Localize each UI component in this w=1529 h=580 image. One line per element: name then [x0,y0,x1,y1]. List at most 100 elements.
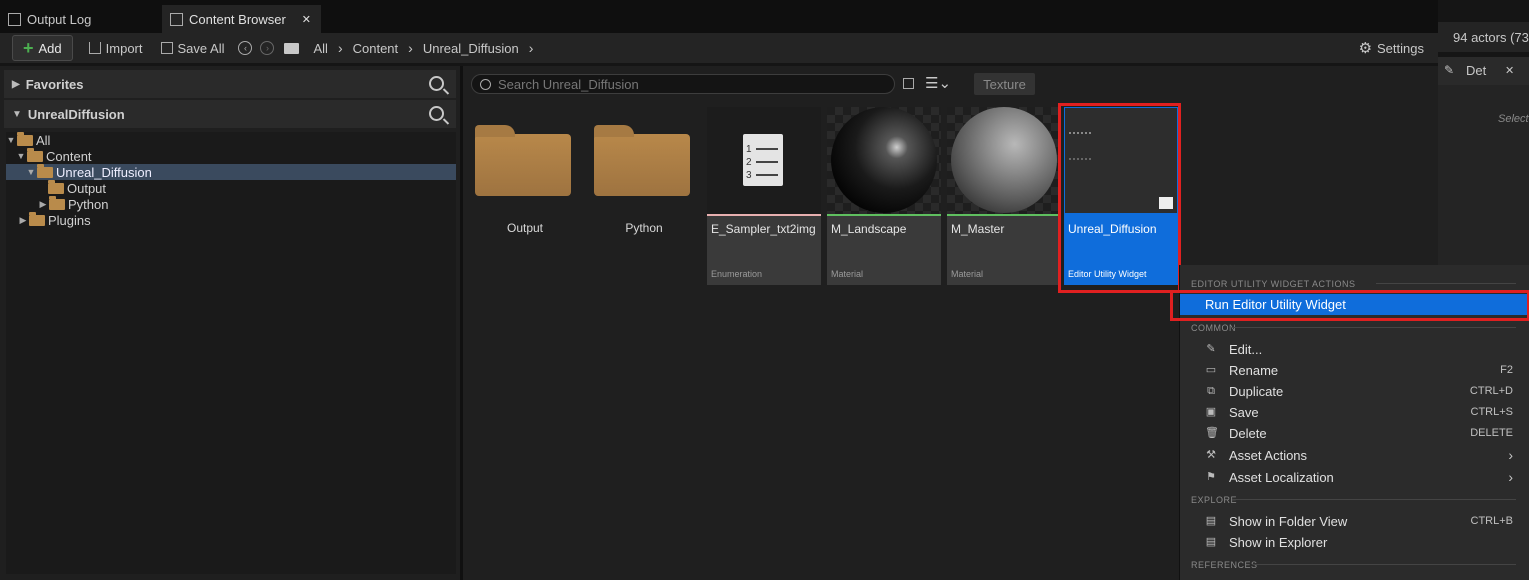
menu-item-edit[interactable]: ✎ Edit... [1180,339,1525,359]
tree-item-unreal-diffusion[interactable]: ▼ Unreal_Diffusion [6,163,456,180]
breadcrumb-all[interactable]: All [313,41,327,56]
folder-icon [49,195,65,210]
outliner-footer: 94 actors (73 [1438,22,1529,52]
menu-item-label: Duplicate [1229,383,1284,399]
output-log-icon [8,12,21,26]
tab-output-log[interactable]: Output Log [0,5,99,33]
add-button[interactable]: + Add [12,35,73,61]
menu-item-asset-actions[interactable]: ⚒ Asset Actions › [1180,445,1525,465]
asset-name: E_Sampler_txt2img [711,222,816,236]
search-icon [480,79,491,90]
folder-search-icon: ▤ [1205,515,1217,527]
search-input[interactable]: Search Unreal_Diffusion [471,74,895,94]
favorites-label: Favorites [25,76,84,92]
menu-section-header: EDITOR UTILITY WIDGET ACTIONS [1191,279,1356,289]
menu-item-label: Asset Actions [1229,447,1308,463]
menu-divider [1252,564,1516,565]
project-header[interactable]: ▼ UnrealDiffusion [4,100,456,128]
collapse-arrow-icon[interactable]: ▶ [18,215,28,226]
menu-item-label: Show in Explorer [1229,534,1328,550]
menu-item-show-in-explorer[interactable]: ▤ Show in Explorer [1180,532,1525,552]
expand-arrow-icon[interactable]: ▼ [16,151,26,161]
menu-divider [1232,499,1516,500]
tree-item-content[interactable]: ▼ Content [6,147,466,164]
content-browser-icon [170,12,183,26]
plus-icon: + [23,38,34,58]
search-icon[interactable] [429,76,444,91]
tab-strip: Output Log Content Browser ✕ [0,0,1438,33]
expand-arrow-icon[interactable]: ▼ [6,135,16,145]
menu-item-rename[interactable]: ▭ Rename F2 [1180,360,1525,380]
menu-item-show-in-folder-view[interactable]: ▤ Show in Folder View CTRL+B [1180,511,1525,531]
import-label: Import [105,40,143,56]
menu-item-save[interactable]: ▣ Save CTRL+S [1180,402,1525,422]
menu-item-asset-localization[interactable]: ⚑ Asset Localization › [1180,467,1525,487]
collapse-arrow-icon[interactable]: ▶ [38,199,48,210]
material-sphere-icon [951,107,1057,213]
expand-arrow-icon[interactable]: ▼ [12,109,22,120]
details-tab[interactable]: ✎ Det ✕ [1438,57,1529,85]
tree-item-label: Python [68,196,109,212]
settings-button[interactable]: ⚙ Settings [1353,36,1430,60]
menu-shortcut: F2 [1500,364,1513,376]
save-search-icon[interactable] [903,78,914,89]
tab-content-browser[interactable]: Content Browser ✕ [162,5,321,33]
details-pencil-icon: ✎ [1444,63,1455,77]
folder-icon [29,211,45,226]
expand-arrow-icon[interactable]: ▼ [26,167,36,177]
tree-item-label: Output [67,180,107,196]
folder-tile-output[interactable] [475,125,573,198]
back-icon[interactable]: ‹ [238,41,253,55]
trash-icon: 🗑 [1205,427,1219,439]
asset-info: E_Sampler_txt2img Enumeration [707,216,821,285]
filter-chip-texture[interactable]: Texture [974,73,1035,95]
breadcrumb-unreal-diffusion[interactable]: Unreal_Diffusion [423,41,519,56]
search-icon[interactable] [429,106,444,121]
enum-thumbnail: 1 2 3 [707,107,821,214]
close-icon[interactable]: ✕ [1505,64,1514,77]
asset-type: Material [951,269,984,279]
material-thumbnail [947,107,1061,214]
save-all-button[interactable]: Save All [155,36,231,60]
rename-icon: ▭ [1205,364,1217,376]
folder-icon [48,179,64,194]
breadcrumb-separator-icon[interactable]: › [529,40,534,56]
folder-name: Python [625,221,663,235]
menu-item-delete[interactable]: 🗑 Delete DELETE [1180,423,1525,443]
folder-icon [17,131,33,146]
tree-item-label: Plugins [48,212,91,228]
asset-tile-e-sampler[interactable]: 1 2 3 E_Sampler_txt2img Enumeration [707,107,821,285]
tree-item-python[interactable]: ▶ Python [6,195,488,212]
tab-content-browser-label: Content Browser [189,11,286,27]
project-label: UnrealDiffusion [27,106,125,122]
folder-name: Output [506,221,544,235]
sources-panel: ▶ Favorites ▼ UnrealDiffusion ▼ All ▼ Co… [0,66,460,580]
menu-shortcut: CTRL+D [1469,385,1513,397]
menu-item-duplicate[interactable]: ⧉ Duplicate CTRL+D [1180,381,1525,401]
close-tab-icon[interactable]: ✕ [302,13,311,26]
menu-section-header: REFERENCES [1191,560,1258,570]
flag-icon: ⚑ [1206,471,1216,483]
import-button[interactable]: Import [83,36,149,60]
tree-item-plugins[interactable]: ▶ Plugins [6,211,468,228]
pencil-icon: ✎ [1206,343,1216,355]
tree-item-output[interactable]: Output [6,179,498,196]
collapse-arrow-icon[interactable]: ▶ [12,79,20,90]
menu-section-header: COMMON [1191,323,1236,333]
save-all-label: Save All [177,40,225,56]
breadcrumb-content[interactable]: Content [353,41,399,56]
add-label: Add [38,40,62,56]
breadcrumb-separator-icon[interactable]: › [408,40,413,56]
search-placeholder: Search Unreal_Diffusion [498,76,639,92]
forward-icon[interactable]: › [260,41,275,55]
breadcrumb-separator-icon[interactable]: › [338,40,343,56]
folder-icon [37,163,53,178]
tree-item-all[interactable]: ▼ All [6,131,456,148]
folder-nav-icon [284,42,300,54]
asset-tile-m-landscape[interactable]: M_Landscape Material [827,107,941,285]
filter-icon[interactable]: ☰⌄ [925,74,951,92]
favorites-header[interactable]: ▶ Favorites [4,70,456,98]
submenu-arrow-icon: › [1508,447,1513,463]
folder-tile-python[interactable] [594,125,692,198]
asset-tile-m-master[interactable]: M_Master Material [947,107,1061,285]
